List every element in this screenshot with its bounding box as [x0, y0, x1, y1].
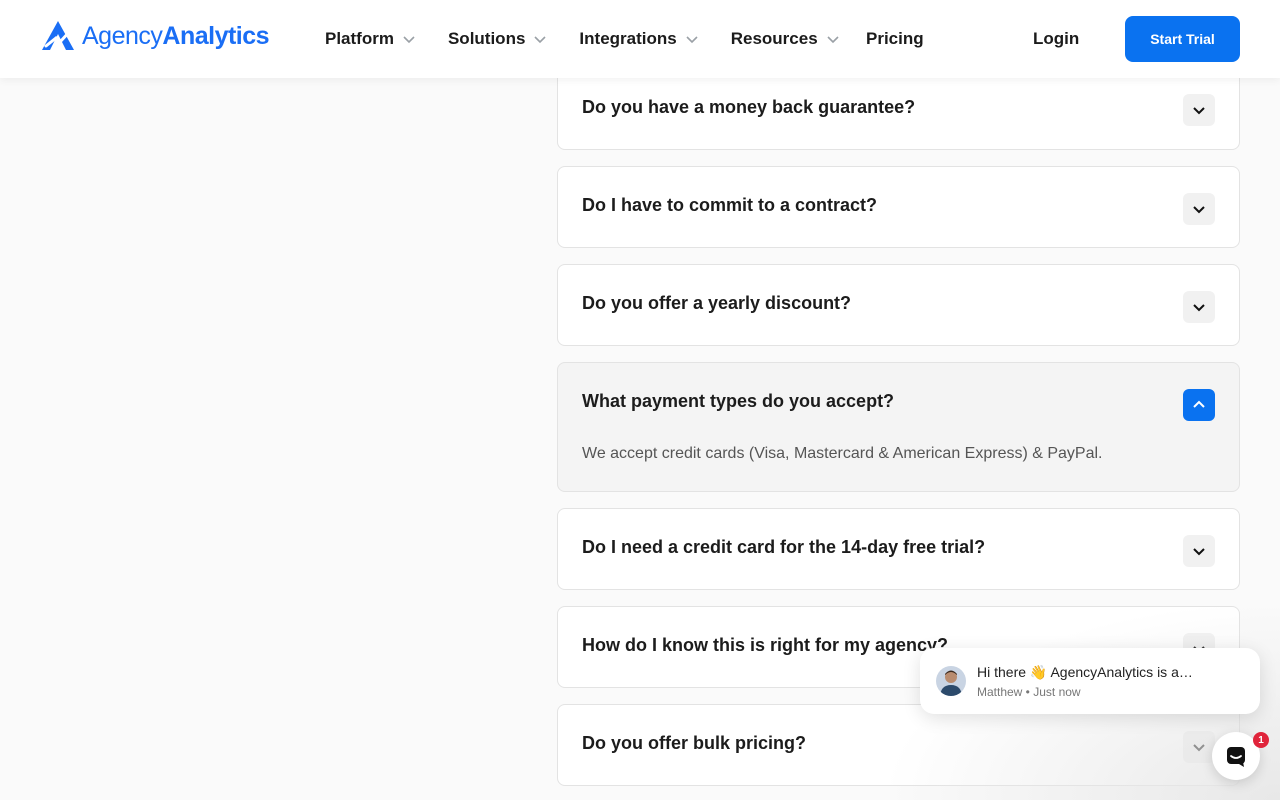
faq-toggle-button[interactable] — [1183, 193, 1215, 225]
chevron-down-icon — [1193, 304, 1205, 312]
nav-solutions-label: Solutions — [447, 29, 526, 48]
unread-badge: 1 — [1253, 732, 1269, 748]
nav-resources-label: Resources — [730, 29, 818, 48]
chevron-down-icon — [403, 36, 415, 44]
faq-item[interactable]: Do I have to commit to a contract? — [557, 166, 1240, 248]
faq-toggle-button[interactable] — [1183, 389, 1215, 421]
chevron-up-icon — [1193, 400, 1205, 408]
nav-platform-label: Platform — [325, 29, 394, 48]
faq-question: Do I need a credit card for the 14-day f… — [582, 537, 986, 557]
faq-question: Do you have a money back guarantee? — [582, 97, 916, 117]
faq-item-expanded[interactable]: What payment types do you accept? We acc… — [557, 362, 1240, 492]
faq-item[interactable]: Do you offer a yearly discount? — [557, 264, 1240, 346]
nav-integrations-label: Integrations — [579, 29, 677, 48]
faq-question: What payment types do you accept? — [582, 391, 895, 411]
faq-toggle-button[interactable] — [1183, 291, 1215, 323]
logo-wordmark: AgencyAnalytics — [82, 21, 270, 50]
logo-icon — [42, 21, 74, 50]
faq-toggle-button[interactable] — [1183, 94, 1215, 126]
site-header: AgencyAnalytics Platform Solutions Integ… — [0, 0, 1280, 78]
logo[interactable]: AgencyAnalytics — [40, 20, 270, 52]
faq-answer: We accept credit cards (Visa, Mastercard… — [582, 445, 1103, 462]
main-nav: Platform Solutions Integrations Resource… — [325, 0, 924, 78]
faq-question: How do I know this is right for my agenc… — [582, 635, 949, 655]
faq-question: Do I have to commit to a contract? — [582, 195, 878, 215]
chevron-down-icon — [1193, 548, 1205, 556]
nav-integrations[interactable]: Integrations — [579, 29, 698, 49]
nav-pricing[interactable]: Pricing — [866, 29, 924, 49]
faq-toggle-button[interactable] — [1183, 535, 1215, 567]
chevron-down-icon — [1193, 107, 1205, 115]
chevron-down-icon — [827, 36, 839, 44]
nav-resources[interactable]: Resources — [731, 29, 840, 49]
chat-meta: Matthew • Just now — [977, 685, 1081, 699]
nav-platform[interactable]: Platform — [325, 29, 416, 49]
login-link[interactable]: Login — [1033, 29, 1079, 49]
chevron-down-icon — [1193, 744, 1205, 752]
chevron-down-icon — [1193, 206, 1205, 214]
chat-preview[interactable]: Hi there 👋 AgencyAnalytics is a… Matthew… — [920, 648, 1260, 714]
avatar — [936, 666, 966, 696]
nav-solutions[interactable]: Solutions — [448, 29, 547, 49]
faq-question: Do you offer bulk pricing? — [582, 733, 806, 753]
chevron-down-icon — [686, 36, 698, 44]
start-trial-button[interactable]: Start Trial — [1125, 16, 1240, 62]
chat-message: Hi there 👋 AgencyAnalytics is a… — [977, 664, 1193, 680]
chat-icon — [1227, 747, 1245, 767]
person-icon — [940, 670, 962, 696]
faq-item[interactable]: Do you offer bulk pricing? — [557, 704, 1240, 786]
faq-item[interactable]: Do I need a credit card for the 14-day f… — [557, 508, 1240, 590]
chevron-down-icon — [534, 36, 546, 44]
faq-toggle-button[interactable] — [1183, 731, 1215, 763]
faq-question: Do you offer a yearly discount? — [582, 293, 852, 313]
